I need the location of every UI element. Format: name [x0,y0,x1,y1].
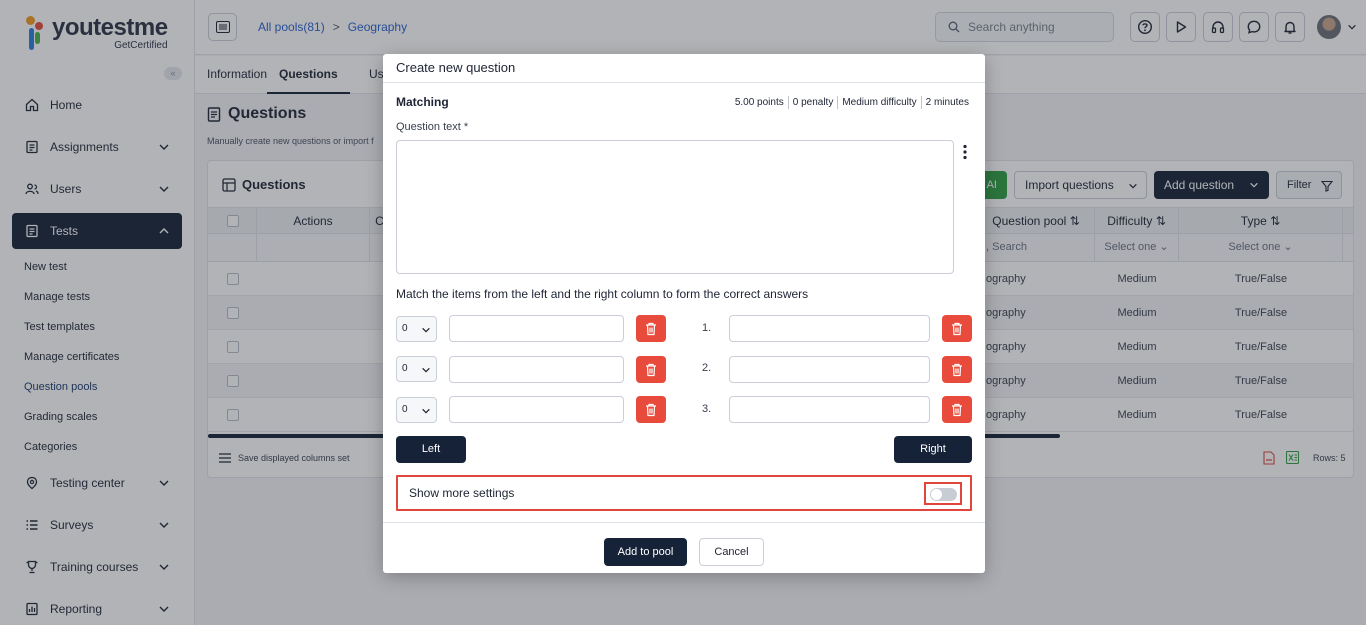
chevron-down-icon [422,408,430,414]
more-settings-toggle[interactable] [930,488,957,501]
pair-select-value: 0 [402,404,408,415]
delete-right-item-button[interactable] [942,396,972,423]
delete-left-item-button[interactable] [636,356,666,383]
delete-right-item-button[interactable] [942,315,972,342]
more-options-icon[interactable] [960,144,970,160]
match-instruction: Match the items from the left and the ri… [396,287,809,301]
toggle-knob [931,489,942,500]
right-item-input[interactable] [729,315,930,342]
more-settings-label: Show more settings [409,486,515,500]
trash-icon [646,363,656,376]
pair-select-value: 0 [402,363,408,374]
right-item-input[interactable] [729,356,930,383]
question-text-label: Question text * [396,121,469,133]
pair-select-value: 0 [402,323,408,334]
meta-difficulty[interactable]: Medium difficulty [838,96,922,109]
meta-penalty[interactable]: 0 penalty [789,96,839,109]
trash-icon [952,322,962,335]
right-item-number: 1. [702,322,712,334]
trash-icon [646,403,656,416]
add-to-pool-button[interactable]: Add to pool [604,538,687,566]
more-settings-toggle-highlight [924,482,962,505]
question-type: Matching [396,95,449,109]
delete-left-item-button[interactable] [636,396,666,423]
question-text-editor[interactable] [396,140,954,274]
right-item-number: 3. [702,403,712,415]
trash-icon [952,403,962,416]
modal-footer: Add to pool Cancel [383,522,985,573]
right-item-input[interactable] [729,396,930,423]
add-right-item-button[interactable]: Right [894,436,972,463]
meta-points[interactable]: 5.00 points [731,96,789,109]
delete-right-item-button[interactable] [942,356,972,383]
left-item-input[interactable] [449,396,624,423]
cancel-button[interactable]: Cancel [699,538,764,566]
add-left-item-button[interactable]: Left [396,436,466,463]
left-item-input[interactable] [449,315,624,342]
trash-icon [646,322,656,335]
chevron-down-icon [422,327,430,333]
create-question-modal: Create new question Matching 5.00 points… [383,54,985,573]
chevron-down-icon [422,367,430,373]
pair-select[interactable]: 0 [396,356,437,382]
right-item-number: 2. [702,362,712,374]
delete-left-item-button[interactable] [636,315,666,342]
more-settings-row: Show more settings [396,475,972,511]
question-meta: 5.00 points 0 penalty Medium difficulty … [731,96,969,109]
pair-select[interactable]: 0 [396,397,437,423]
meta-duration[interactable]: 2 minutes [922,96,969,109]
modal-title: Create new question [383,54,985,83]
left-item-input[interactable] [449,356,624,383]
pair-select[interactable]: 0 [396,316,437,342]
trash-icon [952,363,962,376]
